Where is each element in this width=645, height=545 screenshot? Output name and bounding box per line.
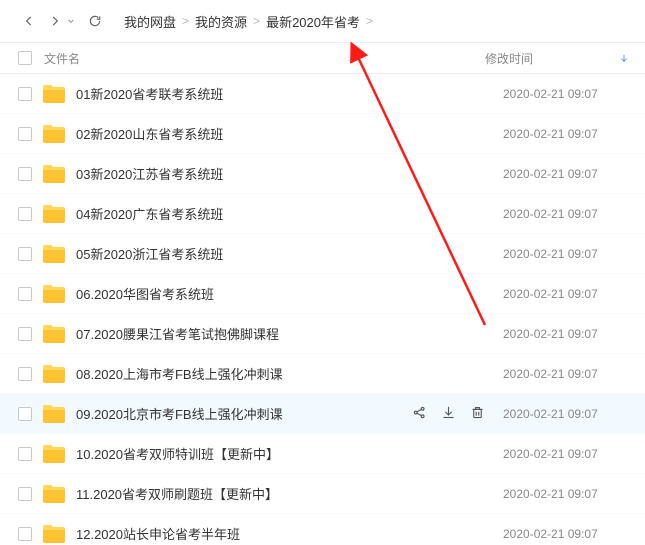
file-mtime: 2020-02-21 09:07 xyxy=(503,527,633,541)
file-list: 01新2020省考联考系统班2020-02-21 09:0702新2020山东省… xyxy=(0,74,645,545)
refresh-button[interactable] xyxy=(84,10,106,32)
file-row[interactable]: 05新2020浙江省考系统班2020-02-21 09:07 xyxy=(0,234,645,274)
file-mtime: 2020-02-21 09:07 xyxy=(503,327,633,341)
breadcrumb-separator: > xyxy=(366,14,373,28)
file-name[interactable]: 12.2020站长申论省考半年班 xyxy=(76,524,503,543)
file-mtime: 2020-02-21 09:07 xyxy=(503,167,633,181)
file-row[interactable]: 11.2020省考双师刷题班【更新中】2020-02-21 09:07 xyxy=(0,474,645,514)
file-mtime: 2020-02-21 09:07 xyxy=(503,127,633,141)
file-mtime: 2020-02-21 09:07 xyxy=(503,487,633,501)
row-checkbox[interactable] xyxy=(18,327,32,341)
breadcrumb: 我的网盘 > 我的资源 > 最新2020年省考 > xyxy=(124,12,373,31)
row-checkbox[interactable] xyxy=(18,87,32,101)
share-icon[interactable] xyxy=(412,405,427,423)
column-header-mtime[interactable]: 修改时间 xyxy=(485,50,633,67)
file-name[interactable]: 09.2020北京市考FB线上强化冲刺课 xyxy=(76,404,412,423)
breadcrumb-item[interactable]: 我的网盘 xyxy=(124,12,176,31)
file-name[interactable]: 07.2020腰果江省考笔试抱佛脚课程 xyxy=(76,324,503,343)
column-header-name[interactable]: 文件名 xyxy=(42,50,485,67)
history-dropdown[interactable] xyxy=(66,17,76,25)
file-mtime: 2020-02-21 09:07 xyxy=(503,447,633,461)
row-checkbox[interactable] xyxy=(18,127,32,141)
folder-icon xyxy=(42,123,66,145)
folder-icon xyxy=(42,83,66,105)
breadcrumb-item[interactable]: 我的资源 xyxy=(195,12,247,31)
download-icon[interactable] xyxy=(441,405,456,423)
select-all-checkbox[interactable] xyxy=(18,51,32,65)
file-name[interactable]: 08.2020上海市考FB线上强化冲刺课 xyxy=(76,364,503,383)
file-name[interactable]: 05新2020浙江省考系统班 xyxy=(76,244,503,263)
row-checkbox[interactable] xyxy=(18,367,32,381)
file-name[interactable]: 10.2020省考双师特训班【更新中】 xyxy=(76,444,503,463)
nav-forward-button[interactable] xyxy=(44,10,66,32)
file-name[interactable]: 01新2020省考联考系统班 xyxy=(76,84,503,103)
breadcrumb-separator: > xyxy=(253,14,260,28)
row-checkbox[interactable] xyxy=(18,247,32,261)
row-actions xyxy=(412,405,485,423)
folder-icon xyxy=(42,243,66,265)
file-mtime: 2020-02-21 09:07 xyxy=(503,287,633,301)
file-name[interactable]: 06.2020华图省考系统班 xyxy=(76,284,503,303)
file-name[interactable]: 02新2020山东省考系统班 xyxy=(76,124,503,143)
file-mtime: 2020-02-21 09:07 xyxy=(503,247,633,261)
delete-icon[interactable] xyxy=(470,405,485,423)
file-row[interactable]: 06.2020华图省考系统班2020-02-21 09:07 xyxy=(0,274,645,314)
breadcrumb-separator: > xyxy=(182,14,189,28)
row-checkbox[interactable] xyxy=(18,447,32,461)
column-header-row: 文件名 修改时间 xyxy=(0,42,645,74)
row-checkbox[interactable] xyxy=(18,527,32,541)
file-name[interactable]: 04新2020广东省考系统班 xyxy=(76,204,503,223)
file-row[interactable]: 04新2020广东省考系统班2020-02-21 09:07 xyxy=(0,194,645,234)
sort-descending-icon xyxy=(619,53,629,63)
file-name[interactable]: 03新2020江苏省考系统班 xyxy=(76,164,503,183)
folder-icon xyxy=(42,283,66,305)
row-checkbox[interactable] xyxy=(18,167,32,181)
row-checkbox[interactable] xyxy=(18,287,32,301)
file-mtime: 2020-02-21 09:07 xyxy=(503,207,633,221)
file-mtime: 2020-02-21 09:07 xyxy=(503,367,633,381)
file-row[interactable]: 02新2020山东省考系统班2020-02-21 09:07 xyxy=(0,114,645,154)
nav-back-button[interactable] xyxy=(18,10,40,32)
file-row[interactable]: 10.2020省考双师特训班【更新中】2020-02-21 09:07 xyxy=(0,434,645,474)
folder-icon xyxy=(42,403,66,425)
folder-icon xyxy=(42,443,66,465)
toolbar: 我的网盘 > 我的资源 > 最新2020年省考 > xyxy=(0,0,645,42)
file-row[interactable]: 01新2020省考联考系统班2020-02-21 09:07 xyxy=(0,74,645,114)
row-checkbox[interactable] xyxy=(18,407,32,421)
folder-icon xyxy=(42,363,66,385)
row-checkbox[interactable] xyxy=(18,207,32,221)
breadcrumb-item[interactable]: 最新2020年省考 xyxy=(266,12,360,31)
folder-icon xyxy=(42,163,66,185)
file-row[interactable]: 03新2020江苏省考系统班2020-02-21 09:07 xyxy=(0,154,645,194)
file-name[interactable]: 11.2020省考双师刷题班【更新中】 xyxy=(76,484,503,503)
row-checkbox[interactable] xyxy=(18,487,32,501)
folder-icon xyxy=(42,323,66,345)
file-row[interactable]: 08.2020上海市考FB线上强化冲刺课2020-02-21 09:07 xyxy=(0,354,645,394)
file-row[interactable]: 07.2020腰果江省考笔试抱佛脚课程2020-02-21 09:07 xyxy=(0,314,645,354)
folder-icon xyxy=(42,483,66,505)
file-row[interactable]: 12.2020站长申论省考半年班2020-02-21 09:07 xyxy=(0,514,645,545)
file-mtime: 2020-02-21 09:07 xyxy=(503,407,633,421)
folder-icon xyxy=(42,203,66,225)
folder-icon xyxy=(42,523,66,545)
file-row[interactable]: 09.2020北京市考FB线上强化冲刺课 2020-02-21 09:07 xyxy=(0,394,645,434)
file-mtime: 2020-02-21 09:07 xyxy=(503,87,633,101)
